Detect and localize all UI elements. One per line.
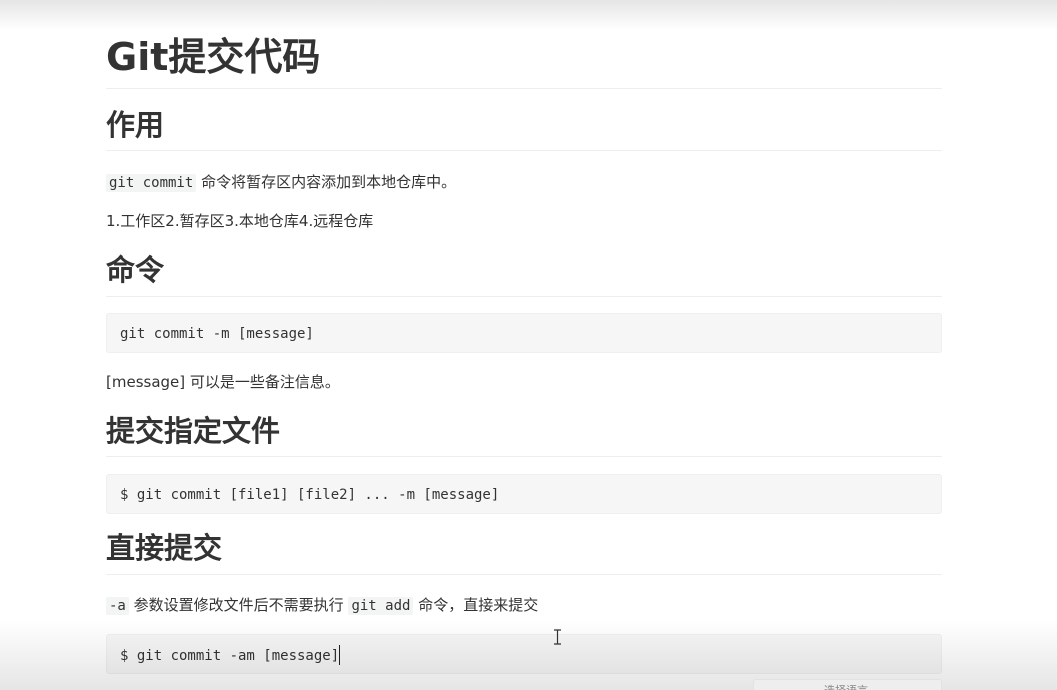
direct-commit-divider	[106, 574, 942, 575]
command-code: git commit -m [message]	[120, 326, 314, 342]
git-add-inline-code: git add	[348, 597, 414, 615]
markdown-document[interactable]: Git提交代码 作用 git commit 命令将暂存区内容添加到本地仓库中。 …	[106, 0, 942, 690]
language-select-label: 选择语言	[824, 682, 868, 690]
direct-commit-code: $ git commit -am [message]	[120, 648, 340, 664]
section-heading-command: 命令	[106, 253, 165, 287]
document-title: Git提交代码	[106, 35, 321, 79]
git-commit-inline-code: git commit	[106, 174, 197, 192]
direct-commit-code-block[interactable]: $ git commit -am [message]	[106, 634, 942, 674]
commit-files-divider	[106, 456, 942, 457]
message-note[interactable]: [message] 可以是一些备注信息。	[106, 371, 340, 393]
purpose-divider	[106, 150, 942, 151]
direct-commit-text-before: 参数设置修改文件后不需要执行	[133, 596, 344, 614]
direct-commit-text-after: 命令，直接来提交	[418, 596, 539, 614]
direct-commit-code-line: $ git commit -am [message]	[120, 645, 341, 666]
ibeam-cursor-icon	[554, 629, 561, 645]
title-divider	[106, 88, 942, 89]
direct-commit-paragraph[interactable]: -a 参数设置修改文件后不需要执行 git add 命令，直接来提交	[106, 594, 538, 617]
section-heading-purpose: 作用	[106, 108, 165, 142]
command-divider	[106, 296, 942, 297]
command-code-block[interactable]: git commit -m [message]	[106, 313, 942, 353]
areas-paragraph[interactable]: 1.工作区2.暂存区3.本地仓库4.远程仓库	[106, 210, 373, 232]
commit-files-code: $ git commit [file1] [file2] ... -m [mes…	[120, 487, 500, 503]
language-select[interactable]: 选择语言	[753, 679, 942, 690]
section-heading-direct-commit: 直接提交	[106, 531, 223, 565]
section-heading-commit-files: 提交指定文件	[106, 414, 281, 448]
text-caret	[339, 645, 341, 665]
purpose-description: 命令将暂存区内容添加到本地仓库中。	[201, 173, 457, 191]
purpose-paragraph[interactable]: git commit 命令将暂存区内容添加到本地仓库中。	[106, 171, 456, 194]
commit-files-code-block[interactable]: $ git commit [file1] [file2] ... -m [mes…	[106, 474, 942, 514]
a-flag-inline-code: -a	[106, 597, 129, 615]
